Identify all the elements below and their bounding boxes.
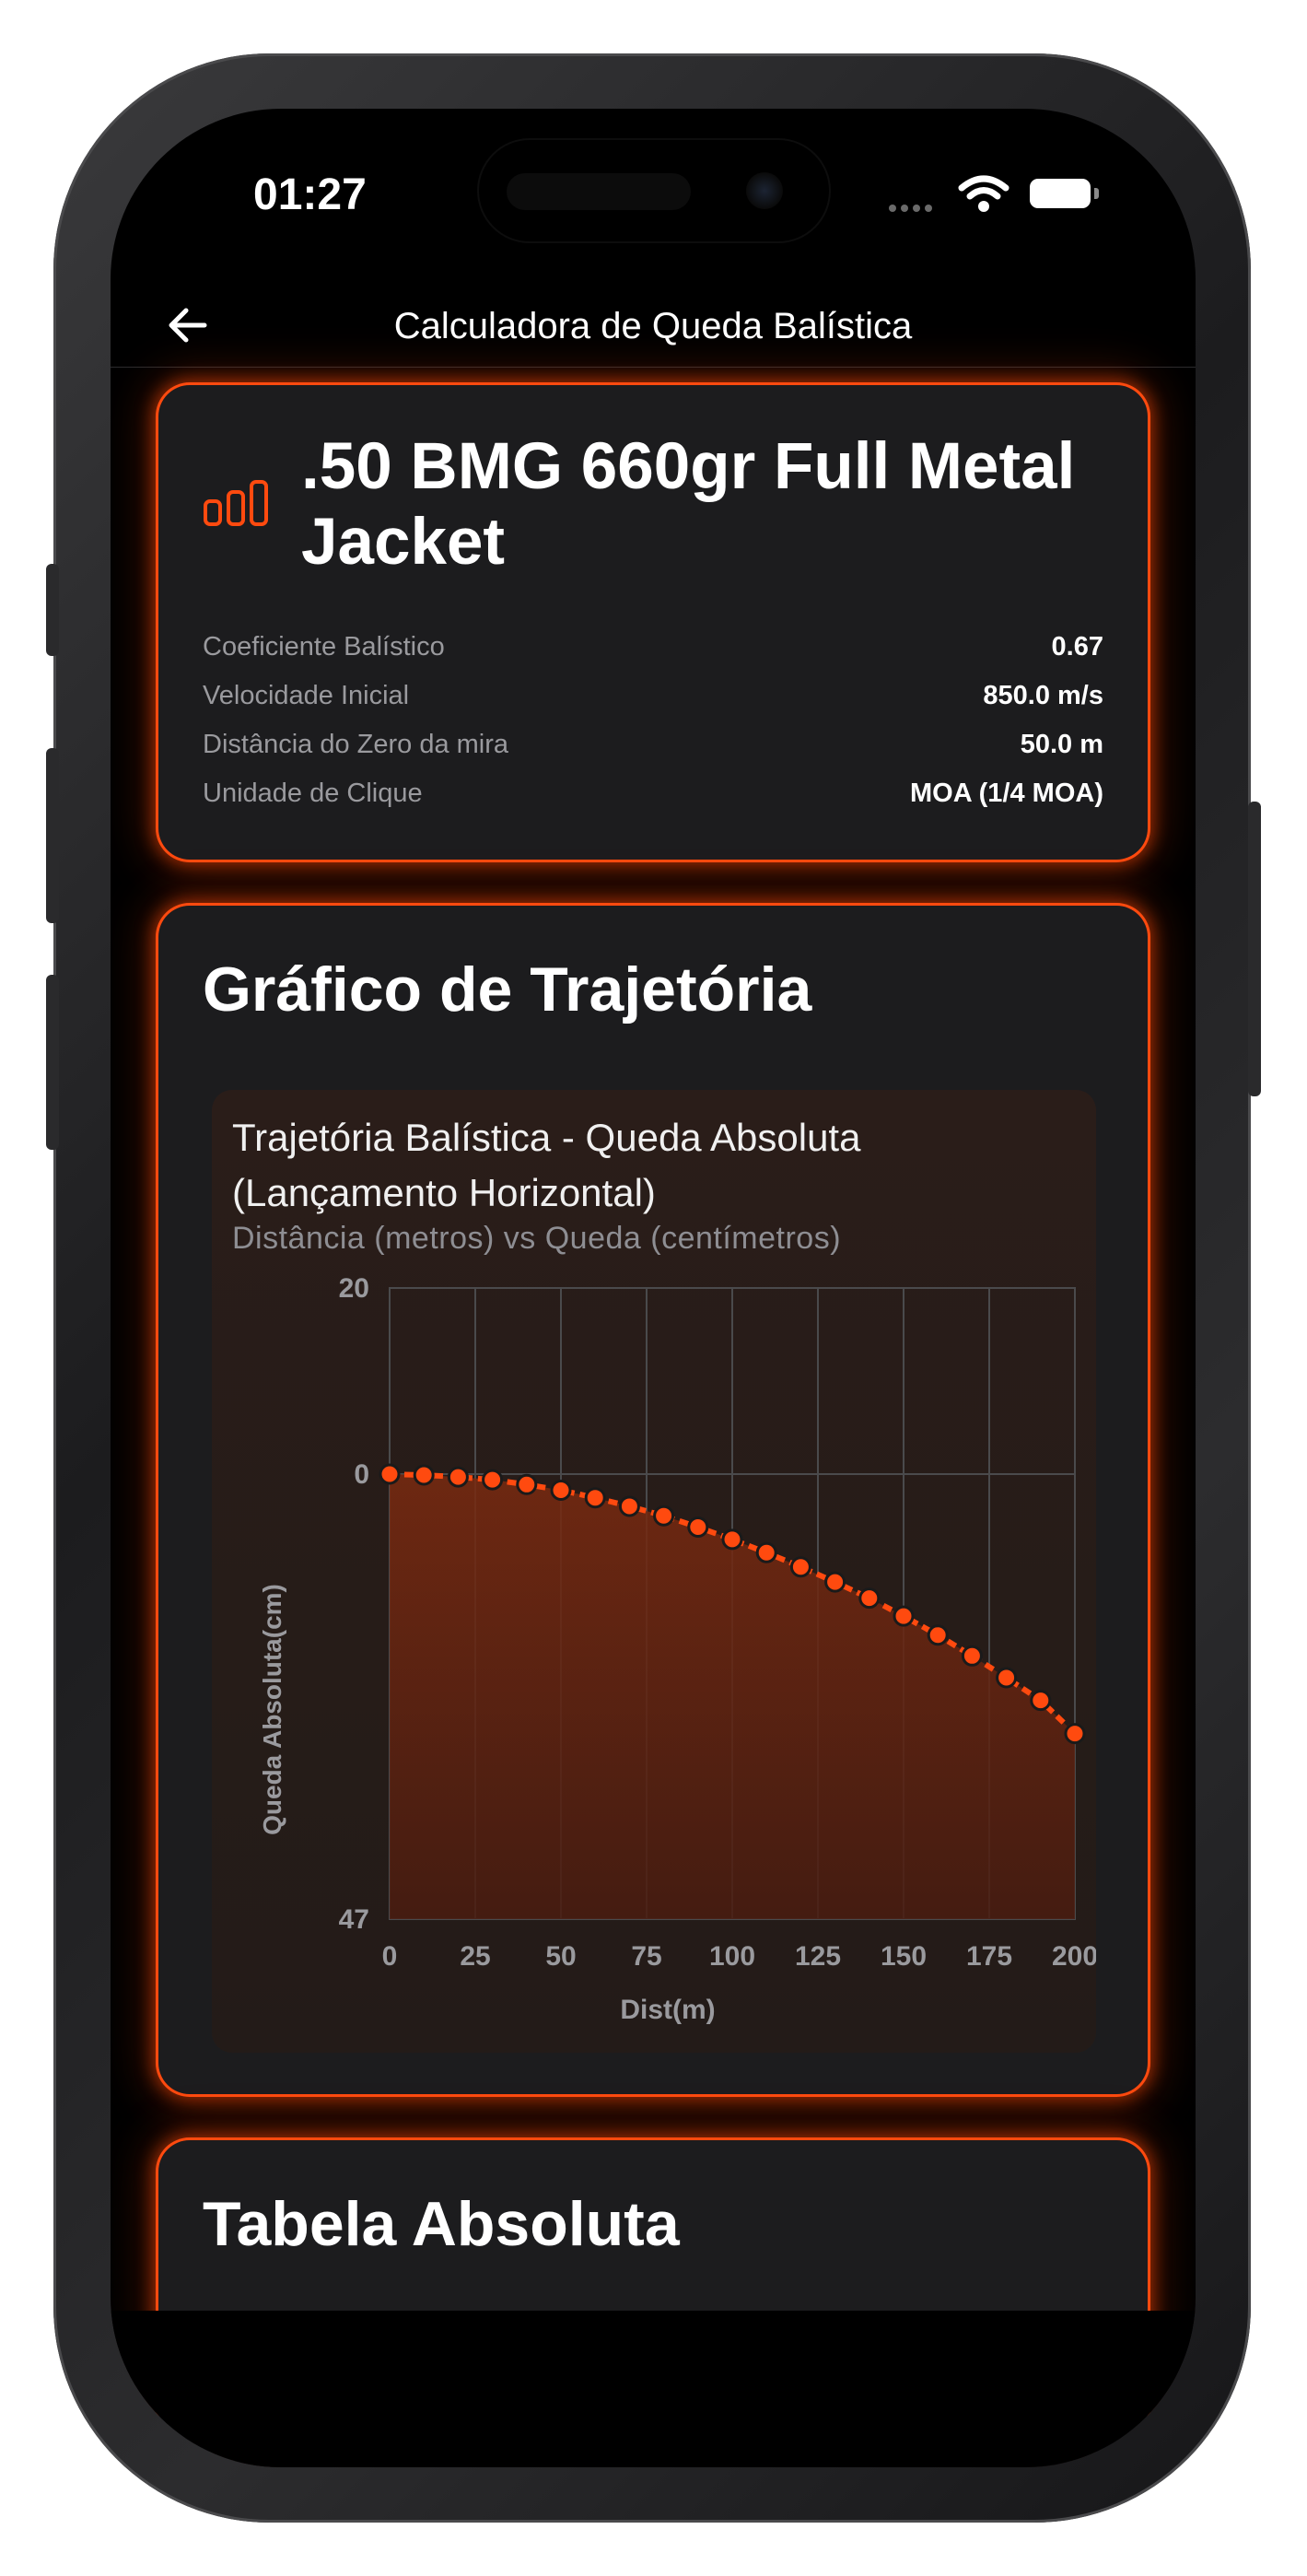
trajectory-chart[interactable]: Trajetória Balística - Queda Absoluta (L… <box>212 1090 1096 2053</box>
data-point <box>721 1528 743 1551</box>
battery-icon <box>1030 179 1091 208</box>
data-point <box>824 1571 846 1593</box>
navigation-bar: Calculadora de Queda Balística <box>111 284 1196 368</box>
data-point <box>1064 1723 1086 1745</box>
spec-row-click-unit: Unidade de Clique MOA (1/4 MOA) <box>203 775 1103 812</box>
x-tick-label: 50 <box>545 1941 576 1972</box>
x-tick-label: 125 <box>795 1941 841 1972</box>
data-point <box>653 1505 675 1527</box>
page-title: Calculadora de Queda Balística <box>393 306 913 346</box>
spec-row-initial-velocity: Velocidade Inicial 850.0 m/s <box>203 677 1103 714</box>
volume-up-button <box>46 748 59 923</box>
spec-label: Unidade de Clique <box>203 778 423 808</box>
data-point <box>447 1466 469 1488</box>
spec-value: 50.0 m <box>1020 729 1103 759</box>
section-title: Gráfico de Trajetória <box>203 954 812 1025</box>
y-tick-label: 20 <box>339 1273 369 1304</box>
trajectory-card: Gráfico de Trajetória Trajetória Balísti… <box>158 906 1148 2094</box>
y-tick-label: 47 <box>339 1904 369 1935</box>
spec-label: Distância do Zero da mira <box>203 729 509 759</box>
x-tick-label: 150 <box>881 1941 927 1972</box>
spec-row-zero-distance: Distância do Zero da mira 50.0 m <box>203 726 1103 763</box>
spec-value: 850.0 m/s <box>983 680 1103 710</box>
data-point <box>482 1469 504 1491</box>
x-tick-label: 200 <box>1052 1941 1096 1972</box>
data-point <box>618 1495 640 1517</box>
data-point <box>516 1473 538 1495</box>
data-point <box>858 1587 881 1610</box>
spec-label: Velocidade Inicial <box>203 680 410 710</box>
data-point <box>1030 1690 1052 1712</box>
x-tick-label: 0 <box>382 1941 398 1972</box>
spec-label: Coeficiente Balístico <box>203 631 445 662</box>
data-point <box>755 1541 777 1563</box>
x-tick-label: 75 <box>631 1941 661 1972</box>
data-point <box>550 1479 572 1501</box>
data-point <box>413 1464 435 1486</box>
spec-value: 0.67 <box>1051 631 1103 662</box>
spec-row-ballistic-coefficient: Coeficiente Balístico 0.67 <box>203 628 1103 665</box>
spec-value: MOA (1/4 MOA) <box>910 778 1103 808</box>
battery-cap <box>1094 188 1099 199</box>
home-indicator-area <box>111 2311 1196 2467</box>
x-tick-label: 25 <box>460 1941 490 1972</box>
data-point <box>893 1605 915 1627</box>
data-point <box>996 1667 1018 1689</box>
status-time: 01:27 <box>253 170 367 219</box>
wifi-icon <box>958 175 1009 212</box>
y-axis-label: Queda Absoluta(cm) <box>258 1584 286 1835</box>
data-point <box>584 1487 606 1509</box>
status-bar: 01:27 <box>111 109 1196 284</box>
front-camera <box>746 172 783 209</box>
y-tick-label: 0 <box>354 1459 369 1490</box>
data-point <box>789 1556 811 1578</box>
data-point <box>961 1645 983 1667</box>
ammo-info-card: .50 BMG 660gr Full Metal Jacket Coeficie… <box>158 385 1148 860</box>
bar-chart-icon <box>204 480 268 526</box>
island-sensor <box>507 173 691 210</box>
x-axis-label: Dist(m) <box>620 1995 715 2025</box>
x-tick-label: 100 <box>709 1941 755 1972</box>
dynamic-island <box>479 140 829 241</box>
section-title: Tabela Absoluta <box>203 2189 680 2259</box>
action-button <box>46 564 59 656</box>
data-point <box>379 1463 401 1485</box>
data-point <box>927 1624 949 1646</box>
cellular-signal-icon <box>889 205 932 212</box>
data-point <box>687 1516 709 1539</box>
power-button <box>1248 802 1261 1096</box>
volume-down-button <box>46 975 59 1150</box>
chart-plot: 0 25 50 75 100 125 150 175 20020047Dist(m)Queda … <box>258 1273 1096 2025</box>
app-screen: 01:27 Calculadora de Queda Balística .50… <box>111 109 1196 2467</box>
x-tick-label: 175 <box>966 1941 1012 1972</box>
ammo-title: .50 BMG 660gr Full Metal Jacket <box>301 430 1076 579</box>
